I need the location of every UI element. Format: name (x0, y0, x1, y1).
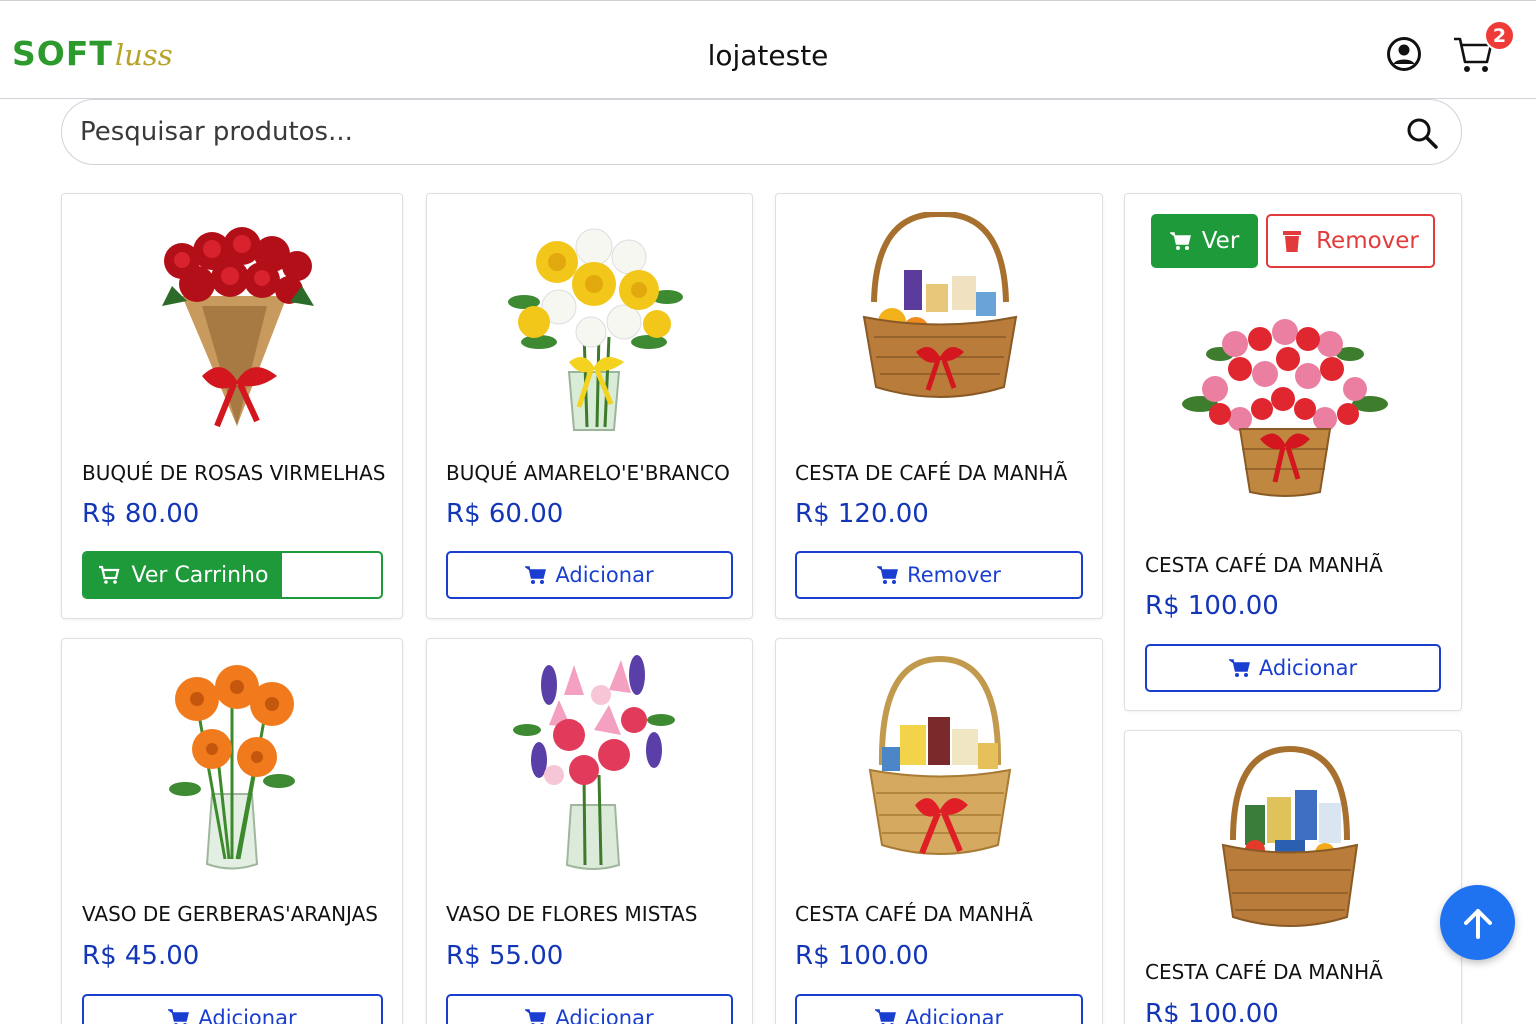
search-input[interactable] (80, 112, 1380, 152)
remove-button[interactable]: Remover (1266, 214, 1435, 268)
store-name: lojateste (707, 39, 829, 72)
product-name: BUQUÉ DE ROSAS VIRMELHAS (82, 461, 386, 485)
product-card[interactable]: VASO DE GERBERAS'ARANJAS R$ 45.00 Adicio… (61, 638, 403, 1024)
product-name: VASO DE FLORES MISTAS (446, 902, 698, 926)
view-cart-button-fill[interactable]: Ver Carrinho (84, 553, 282, 597)
product-image-breakfast-basket-small[interactable] (1215, 745, 1365, 935)
cart-icon (874, 1008, 897, 1024)
search-bar (61, 99, 1462, 165)
add-to-cart-button[interactable]: Adicionar (795, 994, 1083, 1024)
product-price: R$ 100.00 (1145, 999, 1279, 1024)
product-name: VASO DE GERBERAS'ARANJAS (82, 902, 378, 926)
product-card[interactable]: Ver Remover CESTA CAFÉ DA MANHÃ R$ 100.0… (1124, 193, 1462, 711)
remove-label: Remover (1316, 228, 1419, 254)
product-card[interactable]: CESTA CAFÉ DA MANHÃ R$ 100.00 Adicionar (775, 638, 1103, 1024)
cart-icon (525, 1008, 547, 1024)
add-to-cart-label: Adicionar (555, 563, 654, 587)
cart-icon (877, 565, 899, 585)
add-to-cart-label: Adicionar (198, 1006, 297, 1024)
product-name: CESTA CAFÉ DA MANHÃ (1145, 960, 1383, 984)
product-image-breakfast-basket-red-bow[interactable] (860, 655, 1020, 865)
scroll-to-top-button[interactable] (1440, 885, 1515, 960)
product-price: R$ 60.00 (446, 499, 564, 529)
add-to-cart-button[interactable]: Adicionar (446, 551, 733, 599)
arrow-up-icon (1461, 906, 1495, 940)
view-label: Ver (1201, 228, 1240, 254)
product-name: CESTA DE CAFÉ DA MANHÃ (795, 461, 1068, 485)
product-price: R$ 100.00 (1145, 591, 1279, 621)
header: SOFT luss lojateste 2 (0, 0, 1536, 99)
product-card[interactable]: VASO DE FLORES MISTAS R$ 55.00 Adicionar (426, 638, 753, 1024)
cart-icon (168, 1008, 190, 1024)
account-icon[interactable] (1386, 36, 1422, 72)
product-card[interactable]: CESTA DE CAFÉ DA MANHÃ R$ 120.00 Remover (775, 193, 1103, 619)
add-to-cart-label: Adicionar (904, 1006, 1004, 1024)
product-image-yellow-white-bouquet[interactable] (499, 212, 689, 434)
product-name: CESTA CAFÉ DA MANHÃ (1145, 553, 1383, 577)
product-price: R$ 45.00 (82, 941, 200, 971)
cart-icon (1169, 231, 1192, 251)
product-image-breakfast-basket[interactable] (854, 212, 1026, 408)
product-price: R$ 100.00 (795, 941, 929, 971)
product-image-mixed-flowers-vase[interactable] (509, 655, 677, 873)
product-image-rose-basket[interactable] (1180, 314, 1390, 504)
add-to-cart-label: Adicionar (555, 1006, 654, 1024)
view-cart-label: Ver Carrinho (131, 562, 269, 588)
add-to-cart-button[interactable]: Adicionar (1145, 644, 1441, 692)
add-to-cart-label: Adicionar (1258, 656, 1358, 680)
product-price: R$ 120.00 (795, 499, 929, 529)
view-cart-button[interactable]: Ver Carrinho (82, 551, 383, 599)
cart-icon (525, 565, 547, 585)
product-card[interactable]: CESTA CAFÉ DA MANHÃ R$ 100.00 (1124, 730, 1462, 1024)
add-to-cart-button[interactable]: Adicionar (82, 994, 383, 1024)
product-name: BUQUÉ AMARELO'E'BRANCO (446, 461, 730, 485)
trash-icon (1282, 229, 1302, 253)
cart-count-badge: 2 (1484, 20, 1515, 51)
product-card[interactable]: BUQUÉ DE ROSAS VIRMELHAS R$ 80.00 Ver Ca… (61, 193, 403, 619)
product-price: R$ 80.00 (82, 499, 200, 529)
page: SOFT luss lojateste 2 Pesquisar produtos… (0, 0, 1536, 1024)
remove-from-cart-button[interactable]: Remover (795, 551, 1083, 599)
view-cart-button[interactable]: Ver (1151, 214, 1258, 268)
cart-icon (1228, 658, 1251, 678)
remove-label: Remover (907, 563, 1001, 587)
product-image-orange-gerbera-vase[interactable] (157, 659, 307, 874)
product-image-red-roses[interactable] (142, 216, 327, 436)
search-icon[interactable] (1405, 116, 1439, 150)
product-price: R$ 55.00 (446, 941, 564, 971)
product-name: CESTA CAFÉ DA MANHÃ (795, 902, 1033, 926)
product-card[interactable]: BUQUÉ AMARELO'E'BRANCO R$ 60.00 Adiciona… (426, 193, 753, 619)
cart-icon (98, 565, 120, 585)
add-to-cart-button[interactable]: Adicionar (446, 994, 733, 1024)
